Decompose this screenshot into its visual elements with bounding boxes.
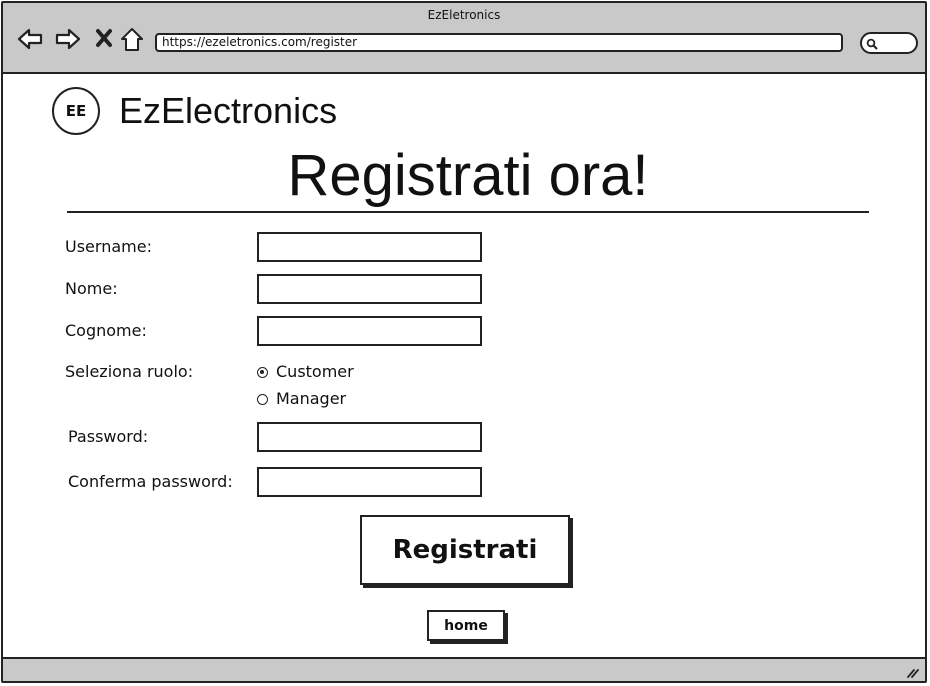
nome-label: Nome: bbox=[65, 279, 118, 298]
back-arrow-icon[interactable] bbox=[16, 25, 44, 53]
password-input[interactable] bbox=[257, 422, 482, 452]
logo: EE bbox=[52, 87, 100, 135]
cognome-input[interactable] bbox=[257, 316, 482, 346]
nome-input[interactable] bbox=[257, 274, 482, 304]
confirm-password-label: Conferma password: bbox=[68, 472, 233, 491]
username-label: Username: bbox=[65, 237, 152, 256]
address-bar[interactable]: https://ezeletronics.com/register bbox=[155, 33, 843, 52]
username-input[interactable] bbox=[257, 232, 482, 262]
radio-selected-icon[interactable] bbox=[257, 366, 268, 378]
home-icon[interactable] bbox=[119, 25, 147, 53]
title-divider bbox=[67, 211, 869, 213]
stop-close-icon[interactable] bbox=[91, 25, 119, 53]
role-option-label: Customer bbox=[276, 362, 354, 381]
cognome-label: Cognome: bbox=[65, 321, 147, 340]
search-field[interactable] bbox=[860, 32, 918, 54]
role-option-label: Manager bbox=[276, 389, 347, 408]
search-icon bbox=[866, 38, 878, 50]
forward-arrow-icon[interactable] bbox=[54, 25, 82, 53]
register-button[interactable]: Registrati bbox=[360, 515, 570, 585]
browser-window: EzEletronics https://ezeletronics.com/re… bbox=[1, 1, 927, 683]
role-option-manager[interactable]: Manager bbox=[257, 389, 346, 409]
window-title: EzEletronics bbox=[427, 8, 501, 22]
page-title: Registrati ora! bbox=[287, 143, 649, 208]
status-bar bbox=[3, 657, 925, 681]
password-label: Password: bbox=[68, 427, 149, 446]
role-label: Seleziona ruolo: bbox=[65, 362, 194, 381]
brand-name: EzElectronics bbox=[119, 90, 338, 131]
resize-grip-icon[interactable] bbox=[905, 664, 919, 678]
confirm-password-input[interactable] bbox=[257, 467, 482, 497]
radio-unselected-icon[interactable] bbox=[257, 393, 268, 405]
home-button[interactable]: home bbox=[427, 610, 505, 641]
role-option-customer[interactable]: Customer bbox=[257, 362, 354, 382]
browser-toolbar: EzEletronics https://ezeletronics.com/re… bbox=[3, 3, 925, 74]
